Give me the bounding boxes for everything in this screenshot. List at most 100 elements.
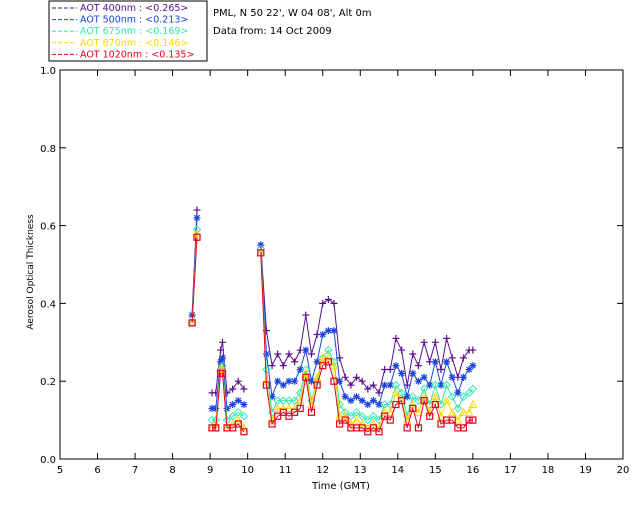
legend: AOT 400nm : <0.265>AOT 500nm : <0.213>AO… — [48, 0, 208, 62]
point-asterisk — [409, 369, 417, 377]
point-plus — [358, 377, 366, 385]
x-tick-label: 17 — [504, 465, 517, 476]
legend-label: AOT 400nm : <0.265> — [80, 3, 188, 14]
point-asterisk — [398, 369, 406, 377]
point-plus — [291, 358, 299, 366]
point-asterisk — [240, 401, 248, 409]
point-plus — [398, 346, 406, 354]
station-label: PML, N 50 22', W 04 08', Alt 0m — [213, 8, 372, 19]
plot-frame — [59, 69, 624, 460]
legend-label: AOT 870nm : <0.146> — [80, 38, 188, 49]
point-plus — [229, 385, 237, 393]
point-plus — [414, 362, 422, 370]
series-line — [191, 229, 474, 421]
point-triangle — [468, 399, 478, 409]
point-plus — [369, 381, 377, 389]
point-asterisk — [454, 389, 462, 397]
point-asterisk — [319, 331, 327, 339]
series-aot500 — [188, 214, 477, 412]
x-tick-label: 12 — [316, 465, 329, 476]
series-aot400 — [188, 206, 477, 397]
aot-chart: AOT 400nm : <0.265>AOT 500nm : <0.213>AO… — [26, 0, 629, 492]
x-tick-label: 20 — [617, 465, 630, 476]
x-tick-label: 19 — [579, 465, 592, 476]
series-aot675 — [187, 225, 478, 425]
x-tick-label: 14 — [391, 465, 404, 476]
point-plus — [219, 338, 227, 346]
axis-ticks: 5 6 7 8 9 10 11 12 13 14 15 16 17 18 19 20 0.0 0.2 0.4 0.6 0… — [40, 66, 629, 476]
point-plus — [353, 373, 361, 381]
x-axis-title: Time (GMT) — [311, 481, 370, 492]
point-plus — [330, 299, 338, 307]
y-axis-title: Aerosol Optical Thickness — [26, 214, 36, 330]
series-line — [191, 217, 474, 410]
point-plus — [431, 338, 439, 346]
point-asterisk — [443, 358, 451, 366]
point-plus — [274, 350, 282, 358]
y-tick-label: 0.8 — [40, 144, 56, 155]
x-tick-label: 10 — [241, 465, 254, 476]
point-asterisk — [341, 393, 349, 401]
point-asterisk — [302, 346, 310, 354]
point-asterisk — [193, 214, 201, 222]
point-plus — [279, 362, 287, 370]
point-asterisk — [364, 401, 372, 409]
point-diamond — [239, 412, 249, 421]
series-layer — [187, 206, 478, 436]
x-tick-label: 11 — [279, 465, 292, 476]
y-tick-label: 0.4 — [40, 299, 56, 310]
point-plus — [324, 296, 332, 304]
point-plus — [469, 346, 477, 354]
y-tick-label: 0.0 — [40, 455, 56, 466]
point-plus — [268, 362, 276, 370]
point-asterisk — [279, 381, 287, 389]
x-tick-label: 5 — [57, 465, 63, 476]
point-plus — [285, 350, 293, 358]
x-tick-label: 8 — [169, 465, 175, 476]
x-tick-label: 7 — [132, 465, 138, 476]
point-asterisk — [420, 373, 428, 381]
point-asterisk — [223, 404, 231, 412]
point-plus — [459, 354, 467, 362]
legend-label: AOT 500nm : <0.213> — [80, 15, 188, 26]
point-plus — [448, 354, 456, 362]
point-plus — [392, 334, 400, 342]
point-plus — [240, 385, 248, 393]
y-tick-label: 0.6 — [40, 222, 56, 233]
x-tick-label: 16 — [466, 465, 479, 476]
legend-label: AOT 1020nm : <0.135> — [80, 49, 194, 60]
point-asterisk — [347, 397, 355, 405]
point-plus — [364, 385, 372, 393]
point-plus — [420, 338, 428, 346]
point-asterisk — [469, 362, 477, 370]
point-plus — [443, 334, 451, 342]
point-asterisk — [358, 397, 366, 405]
point-plus — [234, 377, 242, 385]
point-asterisk — [234, 397, 242, 405]
point-plus — [341, 373, 349, 381]
x-tick-label: 15 — [429, 465, 442, 476]
date-label: Data from: 14 Oct 2009 — [213, 26, 332, 37]
point-asterisk — [219, 354, 227, 362]
point-asterisk — [369, 397, 377, 405]
point-asterisk — [459, 373, 467, 381]
point-plus — [409, 350, 417, 358]
y-tick-label: 1.0 — [40, 66, 56, 77]
point-asterisk — [274, 377, 282, 385]
point-plus — [386, 366, 394, 374]
point-asterisk — [353, 393, 361, 401]
y-tick-label: 0.2 — [40, 377, 56, 388]
point-plus — [302, 311, 310, 319]
x-tick-label: 6 — [94, 465, 100, 476]
point-asterisk — [448, 373, 456, 381]
point-plus — [437, 366, 445, 374]
x-tick-label: 13 — [354, 465, 367, 476]
x-tick-label: 9 — [207, 465, 213, 476]
point-asterisk — [392, 362, 400, 370]
point-asterisk — [330, 327, 338, 335]
legend-label: AOT 675nm : <0.169> — [80, 26, 188, 37]
point-asterisk — [431, 358, 439, 366]
point-asterisk — [291, 377, 299, 385]
point-asterisk — [229, 401, 237, 409]
point-asterisk — [414, 377, 422, 385]
